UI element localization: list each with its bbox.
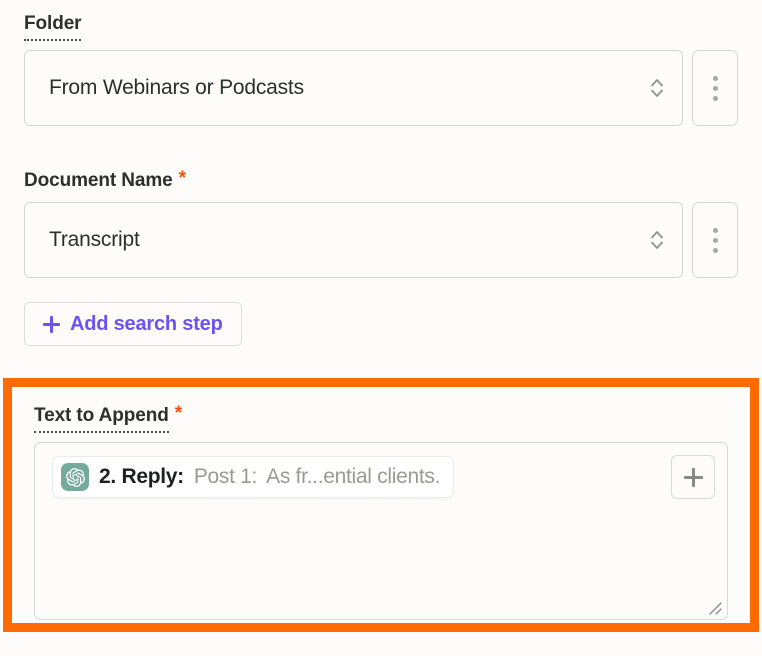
text-to-append-highlight: Text to Append * 2. Reply: Post 1: As fr.… xyxy=(3,378,759,632)
token-chip-preview-value: As fr...ential clients. xyxy=(266,465,441,488)
document-name-label-row: Document Name * xyxy=(24,169,738,193)
text-to-append-label: Text to Append xyxy=(34,404,169,433)
folder-select[interactable]: From Webinars or Podcasts xyxy=(24,50,683,126)
folder-select-value: From Webinars or Podcasts xyxy=(49,76,304,99)
kebab-dot xyxy=(712,237,718,243)
add-search-step-label: Add search step xyxy=(70,312,223,335)
token-chip-preview-prefix: Post 1: xyxy=(193,465,258,488)
chevron-up-down-icon xyxy=(646,73,668,103)
text-to-append-section: Text to Append * 2. Reply: Post 1: As fr.… xyxy=(12,387,750,620)
folder-select-row: From Webinars or Podcasts xyxy=(24,50,738,126)
folder-label: Folder xyxy=(24,12,82,41)
kebab-dot xyxy=(712,75,718,81)
kebab-dot xyxy=(712,227,718,233)
resize-grip-icon[interactable] xyxy=(707,600,723,616)
document-name-select-value: Transcript xyxy=(49,228,140,251)
kebab-dot xyxy=(712,95,718,101)
token-chip-step-label: 2. Reply: xyxy=(99,465,184,488)
folder-label-row: Folder xyxy=(24,12,738,41)
text-to-append-input[interactable]: 2. Reply: Post 1: As fr...ential clients. xyxy=(34,442,728,620)
add-search-step-button[interactable]: Add search step xyxy=(24,302,242,346)
text-to-append-label-row: Text to Append * xyxy=(34,404,728,433)
settings-panel: Folder From Webinars or Podcasts Documen… xyxy=(0,0,762,656)
chevron-up-down-icon xyxy=(646,225,668,255)
document-name-label: Document Name xyxy=(24,170,173,191)
token-chip-preview: Post 1: As fr...ential clients. xyxy=(194,465,440,489)
openai-logo-icon xyxy=(61,463,89,491)
document-name-kebab-menu-button[interactable] xyxy=(692,202,738,278)
document-name-select-row: Transcript xyxy=(24,202,738,278)
plus-icon xyxy=(683,467,703,487)
plus-icon xyxy=(43,315,60,333)
field-folder: Folder From Webinars or Podcasts xyxy=(24,12,738,126)
document-name-required-asterisk: * xyxy=(178,168,186,189)
folder-kebab-menu-button[interactable] xyxy=(692,50,738,126)
kebab-dot xyxy=(712,85,718,91)
add-token-button[interactable] xyxy=(671,455,715,499)
text-to-append-required-asterisk: * xyxy=(174,403,183,424)
kebab-dot xyxy=(712,247,718,253)
document-name-select[interactable]: Transcript xyxy=(24,202,683,278)
field-document-name: Document Name * Transcript xyxy=(24,169,738,278)
token-chip-reply[interactable]: 2. Reply: Post 1: As fr...ential clients. xyxy=(52,456,455,498)
